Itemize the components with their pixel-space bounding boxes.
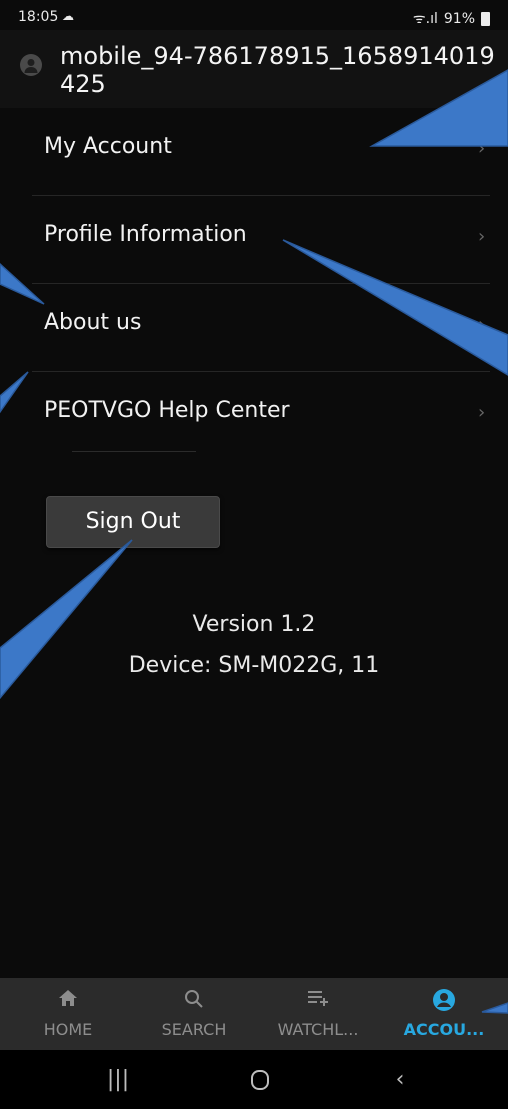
tab-label: SEARCH xyxy=(161,1020,227,1039)
chevron-right-icon: › xyxy=(478,402,486,423)
account-menu: My Account › Profile Information › About… xyxy=(0,108,508,460)
menu-item-my-account[interactable]: My Account › xyxy=(0,108,508,196)
home-icon xyxy=(20,988,116,1010)
menu-item-label: PEOTVGO Help Center xyxy=(44,398,290,423)
tab-account[interactable]: ACCOU... xyxy=(392,978,496,1050)
menu-item-label: My Account xyxy=(44,134,172,159)
signal-icon: ᯤ.ıl xyxy=(412,11,438,27)
version-label: Version 1.2 xyxy=(192,612,316,637)
tab-label: WATCHL... xyxy=(277,1020,359,1039)
sign-out-button[interactable]: Sign Out xyxy=(46,496,220,548)
avatar-icon xyxy=(20,54,42,76)
menu-item-profile-information[interactable]: Profile Information › xyxy=(0,196,508,284)
menu-item-label: Profile Information xyxy=(44,222,247,247)
chevron-right-icon: › xyxy=(478,138,486,159)
username-label: mobile_94-786178915_1658914019425 xyxy=(60,42,495,98)
recents-button[interactable]: ||| xyxy=(88,1060,148,1100)
tab-home[interactable]: HOME xyxy=(20,978,116,1050)
bottom-navigation: HOME SEARCH WATCHL... ACCOU... xyxy=(0,978,508,1050)
watchlist-add-icon xyxy=(266,988,370,1010)
back-button[interactable]: ‹ xyxy=(370,1060,430,1100)
status-time: 18:05 xyxy=(18,9,59,25)
tab-label: ACCOU... xyxy=(403,1020,485,1039)
search-icon xyxy=(146,988,242,1010)
chevron-right-icon: › xyxy=(478,314,486,335)
home-system-button[interactable] xyxy=(230,1060,290,1100)
battery-level: 91% xyxy=(443,10,475,27)
tab-label: HOME xyxy=(43,1020,93,1039)
tab-watchlist[interactable]: WATCHL... xyxy=(266,978,370,1050)
menu-item-about-us[interactable]: About us › xyxy=(0,284,508,372)
account-header: mobile_94-786178915_1658914019425 xyxy=(0,30,508,108)
menu-item-label: About us xyxy=(44,310,142,335)
status-right: ᯤ.ıl 91% xyxy=(413,9,490,28)
account-icon xyxy=(392,988,496,1011)
divider xyxy=(72,451,196,452)
device-label: Device: SM-M022G, 11 xyxy=(128,653,380,678)
chevron-right-icon: › xyxy=(478,226,486,247)
tab-search[interactable]: SEARCH xyxy=(146,978,242,1050)
menu-item-help-center[interactable]: PEOTVGO Help Center › xyxy=(0,372,508,460)
battery-icon xyxy=(481,11,490,26)
system-navigation-bar: ||| ‹ xyxy=(0,1050,508,1109)
status-bar: 18:05 ☁ ᯤ.ıl 91% xyxy=(0,0,508,30)
cloud-icon: ☁ xyxy=(62,9,74,23)
